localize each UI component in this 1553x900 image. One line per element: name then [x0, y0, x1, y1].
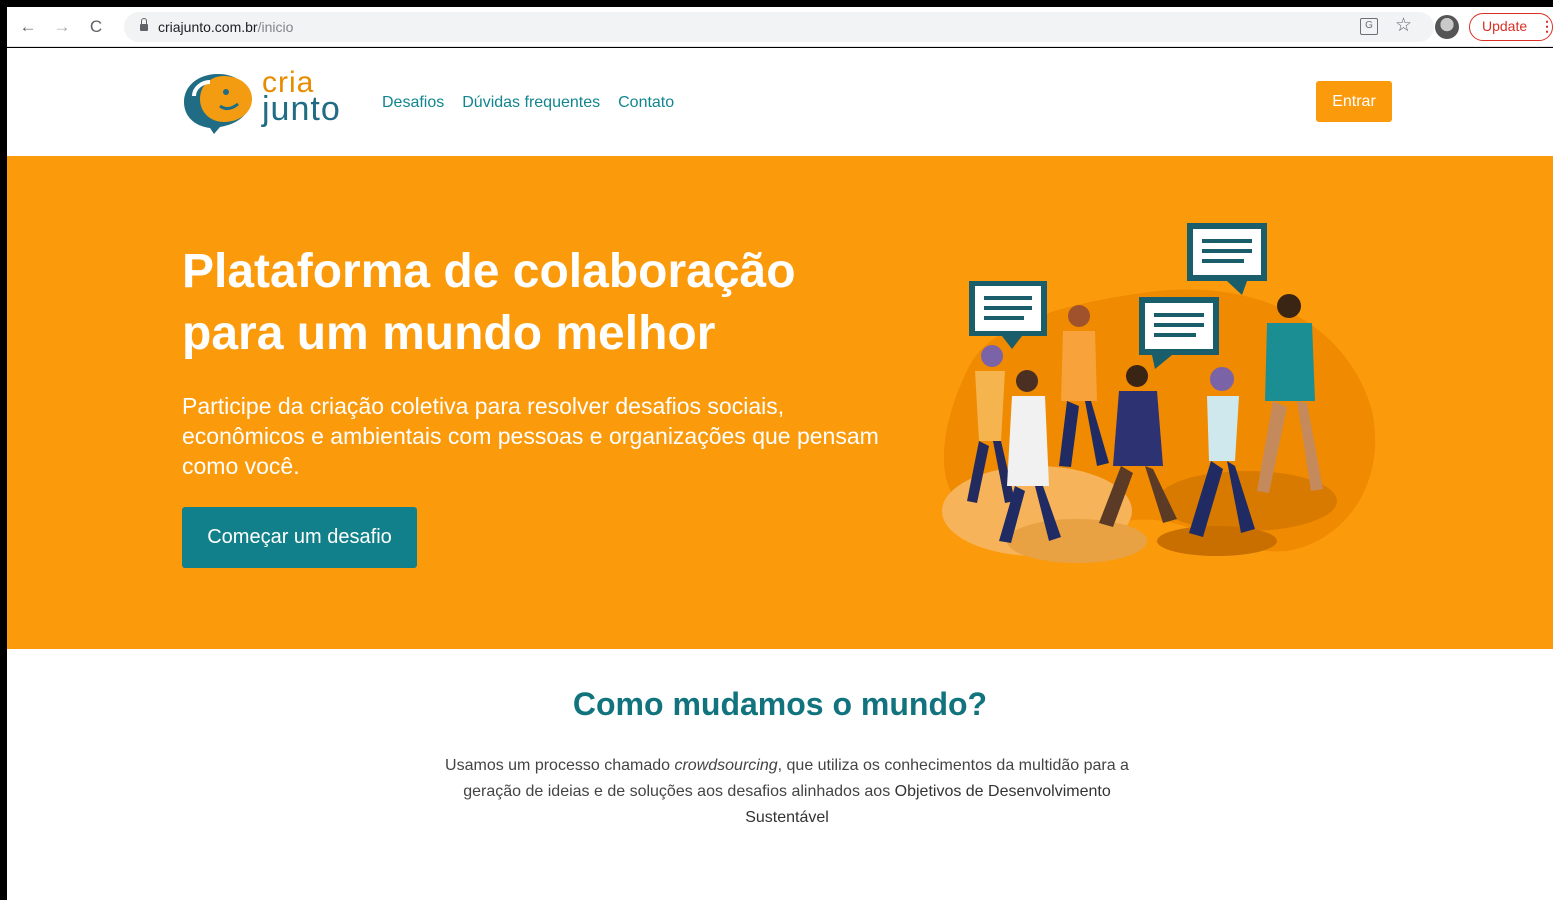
logo-speech-icon — [184, 74, 252, 134]
back-arrow-icon[interactable]: ← — [17, 16, 39, 38]
address-bar[interactable]: criajunto.com.br/inicio — [124, 12, 1434, 42]
update-label: Update — [1482, 18, 1528, 34]
profile-avatar[interactable] — [1435, 15, 1459, 39]
start-challenge-button[interactable]: Começar um desafio — [182, 507, 417, 568]
login-button[interactable]: Entrar — [1316, 81, 1392, 122]
how-text-emphasis: crowdsourcing — [674, 757, 778, 774]
logo-word-junto: junto — [262, 90, 341, 128]
site-logo[interactable]: cria junto — [180, 66, 360, 136]
translate-icon[interactable]: G — [1360, 18, 1378, 35]
hero-section: Plataforma de colaboração para um mundo … — [7, 156, 1553, 649]
site-header: cria junto Desafios Dúvidas frequentes C… — [7, 48, 1553, 156]
menu-dots-icon[interactable]: ⋮ — [1540, 14, 1553, 39]
how-text-part: Usamos um processo chamado — [445, 757, 675, 774]
nav-contato[interactable]: Contato — [618, 94, 674, 112]
nav-duvidas-frequentes[interactable]: Dúvidas frequentes — [462, 94, 600, 112]
url-domain: criajunto.com.br — [158, 19, 258, 35]
url-path: /inicio — [257, 19, 294, 35]
hero-title: Plataforma de colaboração para um mundo … — [182, 245, 796, 360]
people-collaborating-illustration — [942, 223, 1376, 563]
bookmark-star-icon[interactable]: ☆ — [1395, 14, 1412, 37]
nav-desafios[interactable]: Desafios — [382, 94, 444, 112]
url-text: criajunto.com.br/inicio — [158, 19, 293, 35]
update-button[interactable]: Update ⋮ — [1469, 13, 1553, 41]
browser-toolbar: ← → C criajunto.com.br/inicio G ☆ Update… — [7, 7, 1553, 47]
hero-subtitle: Participe da criação coletiva para resol… — [182, 393, 879, 479]
main-nav: Desafios Dúvidas frequentes Contato — [382, 94, 674, 112]
web-page: cria junto Desafios Dúvidas frequentes C… — [7, 48, 1553, 900]
reload-icon[interactable]: C — [85, 16, 107, 38]
how-section-text: Usamos um processo chamado crowdsourcing… — [425, 753, 1149, 831]
how-section-title: Como mudamos o mundo? — [572, 686, 988, 722]
lock-icon — [140, 18, 148, 32]
forward-arrow-icon[interactable]: → — [51, 16, 73, 38]
speech-bubble-icon — [1187, 223, 1267, 295]
